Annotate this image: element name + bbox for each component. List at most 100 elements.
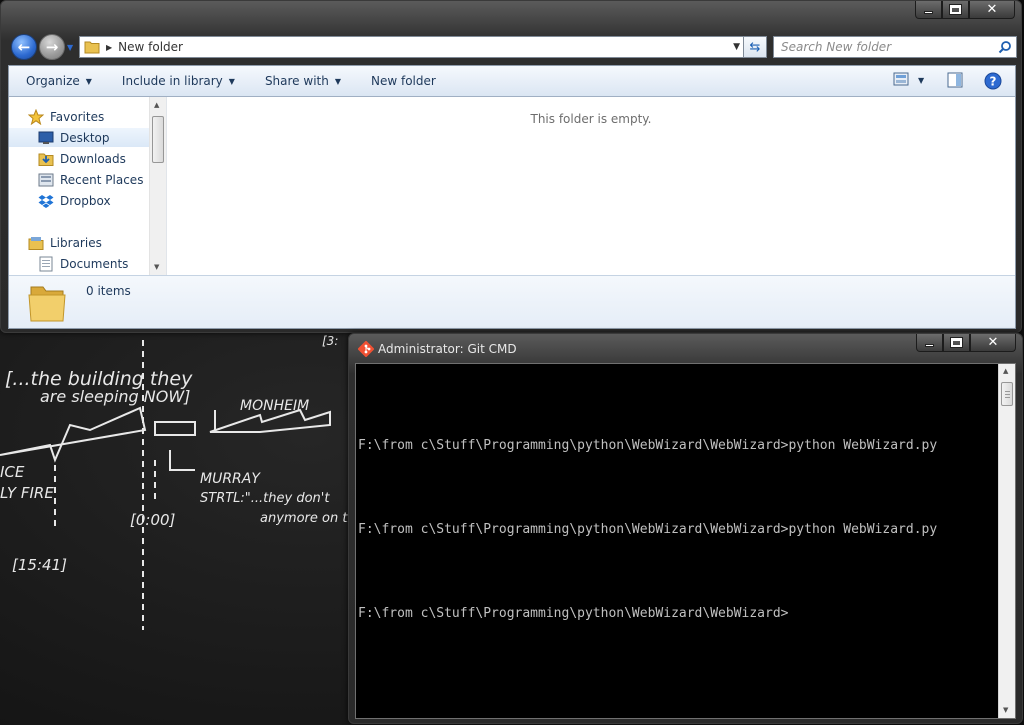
tree-item-label: Documents xyxy=(60,256,129,271)
documents-icon xyxy=(39,256,53,271)
scrollbar-thumb[interactable] xyxy=(1001,382,1013,406)
scroll-up-arrow-icon[interactable]: ▲ xyxy=(154,101,159,109)
tree-item-favorites[interactable]: Favorites xyxy=(28,107,104,126)
star-icon xyxy=(28,108,44,125)
share-with-menu[interactable]: Share with ▼ xyxy=(265,74,341,88)
console-line: F:\from c\Stuff\Programming\python\WebWi… xyxy=(358,522,938,537)
scrollbar-thumb[interactable] xyxy=(152,116,164,163)
preview-pane-icon xyxy=(947,72,963,88)
wallpaper-text-8: LY FIRE xyxy=(0,484,54,502)
downloads-folder-icon xyxy=(38,153,54,166)
new-folder-label: New folder xyxy=(371,74,436,88)
chevron-down-icon: ▼ xyxy=(334,76,341,86)
tree-item-label: Dropbox xyxy=(60,193,111,208)
close-icon: ✕ xyxy=(986,2,998,17)
large-folder-icon xyxy=(28,286,66,322)
git-cmd-caption-buttons: ✕ xyxy=(916,334,1016,352)
console-output[interactable]: F:\from c\Stuff\Programming\python\WebWi… xyxy=(355,363,1016,719)
change-view-button[interactable] xyxy=(893,72,909,86)
wallpaper-text-6: anymore on th xyxy=(260,511,350,526)
breadcrumb-current-folder[interactable]: New folder xyxy=(118,40,183,54)
navigation-pane: Favorites Desktop Downloads Recent Place… xyxy=(9,97,166,275)
close-icon: ✕ xyxy=(987,335,999,350)
explorer-minimize-button[interactable] xyxy=(915,1,942,19)
search-box[interactable] xyxy=(773,36,1017,58)
desktop-icon xyxy=(38,131,54,144)
chevron-down-icon: ▼ xyxy=(228,76,235,86)
git-cmd-minimize-button[interactable] xyxy=(916,334,943,352)
svg-text:?: ? xyxy=(990,75,997,89)
console-lines: F:\from c\Stuff\Programming\python\WebWi… xyxy=(358,376,937,684)
scroll-down-arrow-icon[interactable]: ▼ xyxy=(1003,706,1008,714)
explorer-window: ✕ ← → ▼ ▶ New folder ▼ ⇆ Organize ▼ Inclu… xyxy=(0,0,1022,333)
chevron-down-icon: ▼ xyxy=(85,76,92,86)
tree-item-libraries[interactable]: Libraries xyxy=(28,233,102,252)
share-with-label: Share with xyxy=(264,74,329,88)
tree-item-documents[interactable]: Documents xyxy=(38,254,128,273)
new-folder-button[interactable]: New folder xyxy=(371,74,436,88)
console-line: F:\from c\Stuff\Programming\python\WebWi… xyxy=(358,606,789,621)
back-arrow-icon: ← xyxy=(17,38,31,56)
recent-pages-dropdown[interactable]: ▼ xyxy=(67,43,73,52)
tree-item-label: Recent Places xyxy=(60,172,144,187)
scroll-up-arrow-icon[interactable]: ▲ xyxy=(1003,367,1008,375)
organize-menu[interactable]: Organize ▼ xyxy=(26,74,92,88)
git-cmd-window: Administrator: Git CMD ✕ F:\from c\Stuff… xyxy=(348,333,1023,724)
tree-item-label: Favorites xyxy=(50,109,105,124)
folder-icon xyxy=(84,41,100,54)
recent-places-icon xyxy=(38,173,54,186)
console-scrollbar[interactable]: ▲ ▼ xyxy=(998,364,1015,718)
include-in-library-label: Include in library xyxy=(121,74,223,88)
command-bar: Organize ▼ Include in library ▼ Share with… xyxy=(9,66,1015,97)
tree-item-label: Desktop xyxy=(60,130,110,145)
explorer-client-area: Organize ▼ Include in library ▼ Share with… xyxy=(8,65,1016,329)
git-icon xyxy=(358,341,374,357)
breadcrumb-chevron-icon[interactable]: ▶ xyxy=(106,43,112,52)
refresh-button[interactable]: ⇆ xyxy=(743,36,767,58)
help-icon: ? xyxy=(984,72,1002,90)
explorer-maximize-button[interactable] xyxy=(942,1,969,19)
minimize-icon xyxy=(925,343,934,347)
wallpaper-text-10: [15:41] xyxy=(12,556,67,574)
back-button[interactable]: ← xyxy=(11,34,37,60)
scrollbar-grip xyxy=(1005,391,1010,392)
maximize-icon xyxy=(949,4,962,15)
refresh-icon: ⇆ xyxy=(749,39,761,55)
window-title: Administrator: Git CMD xyxy=(378,342,517,356)
wallpaper-text-7: ICE xyxy=(0,463,25,481)
view-options-dropdown[interactable]: ▼ xyxy=(918,76,924,85)
organize-label: Organize xyxy=(26,74,80,88)
file-list-area[interactable]: This folder is empty. xyxy=(167,97,1015,275)
explorer-close-button[interactable]: ✕ xyxy=(969,1,1015,19)
wallpaper-text-9: [0:00] xyxy=(130,511,176,529)
tree-item-recent-places[interactable]: Recent Places xyxy=(38,170,143,189)
wallpaper-text-2: are sleeping NOW] xyxy=(40,387,190,406)
address-bar[interactable]: ▶ New folder ▼ xyxy=(79,36,747,58)
navigation-pane-scrollbar[interactable]: ▲ ▼ xyxy=(149,97,166,275)
git-cmd-close-button[interactable]: ✕ xyxy=(970,334,1016,352)
tree-item-dropbox[interactable]: Dropbox xyxy=(38,191,111,210)
wallpaper-text-4: MURRAY xyxy=(200,471,261,487)
include-in-library-menu[interactable]: Include in library ▼ xyxy=(122,74,235,88)
search-icon[interactable] xyxy=(998,40,1012,54)
tree-item-desktop[interactable]: Desktop xyxy=(9,128,149,147)
tree-item-label: Libraries xyxy=(50,235,102,250)
wallpaper-text-3: MONHEIM xyxy=(240,398,309,414)
wallpaper-sketch: [...the building they are sleeping NOW] … xyxy=(0,334,350,630)
chevron-down-icon: ▼ xyxy=(918,76,925,85)
details-pane: 0 items xyxy=(9,275,1015,328)
forward-button[interactable]: → xyxy=(39,34,65,60)
search-input[interactable] xyxy=(781,40,991,54)
wallpaper-text-5: STRTL:"...they don't xyxy=(200,491,330,506)
libraries-icon xyxy=(28,236,44,250)
address-history-dropdown[interactable]: ▼ xyxy=(733,42,740,52)
minimize-icon xyxy=(924,10,933,14)
preview-pane-button[interactable] xyxy=(947,72,963,88)
console-line: F:\from c\Stuff\Programming\python\WebWi… xyxy=(358,438,938,453)
git-cmd-maximize-button[interactable] xyxy=(943,334,970,352)
scroll-down-arrow-icon[interactable]: ▼ xyxy=(154,263,159,271)
tree-item-label: Downloads xyxy=(60,151,126,166)
tree-item-downloads[interactable]: Downloads xyxy=(38,149,126,168)
help-button[interactable]: ? xyxy=(984,72,1002,90)
wallpaper-text-11: [3: xyxy=(322,334,338,348)
